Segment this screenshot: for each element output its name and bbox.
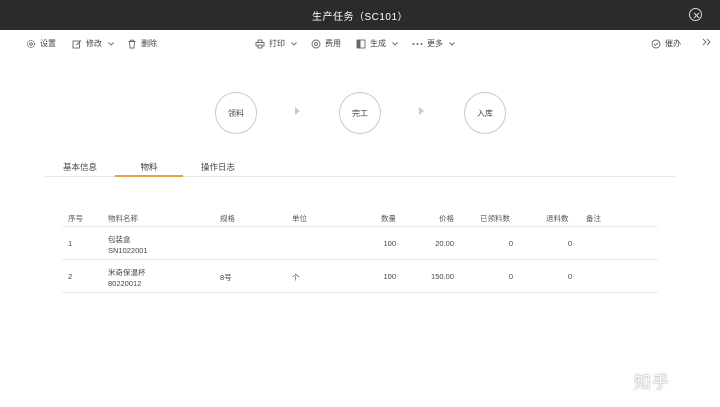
toolbar: 设置 修改 删除 打印 费用 生成 更多 催办 [0,30,720,56]
table-header: 序号 物料名称 规格 单位 数量 价格 已领料数 退料数 备注 [62,208,658,227]
edit-button[interactable]: 修改 [72,38,114,49]
chevron-down-icon [449,41,455,46]
table-row[interactable]: 2 米奇保温杯 80220012 8号 个 100 150.00 0 0 [62,260,658,293]
col-spec: 规格 [220,214,235,223]
window-title: 生产任务（SC101） [311,12,409,23]
cell-returned: 0 [567,272,572,281]
coin-icon [311,39,321,48]
cell-seq: 1 [68,239,73,248]
expand-button[interactable] [702,38,711,46]
more-icon [412,42,423,45]
generate-label: 生成 [370,39,386,48]
tab-basic-info[interactable]: 基本信息 [45,161,115,177]
cell-spec: 8号 [220,273,232,282]
close-icon [693,12,700,19]
step-arrow-icon [295,107,300,115]
step-warehousing[interactable]: 入库 [464,92,506,134]
cell-price: 20.00 [435,239,454,248]
col-price: 价格 [439,214,454,223]
trash-icon [128,39,136,48]
settings-button[interactable]: 设置 [26,38,56,49]
cell-qty: 100 [383,239,396,248]
delete-button[interactable]: 删除 [127,38,157,49]
cell-name: 包装盒 SN1022001 [108,234,148,256]
material-name: 包装盒 [108,235,131,244]
col-remark: 备注 [586,214,601,223]
tab-materials[interactable]: 物料 [115,161,183,177]
generate-button[interactable]: 生成 [356,38,398,49]
document-icon [356,39,366,48]
col-picked: 已领料数 [480,214,510,223]
step-completion[interactable]: 完工 [339,92,381,134]
col-unit: 单位 [292,214,307,223]
gear-icon [26,39,36,48]
urge-label: 催办 [665,39,681,48]
settings-label: 设置 [40,39,56,48]
close-button[interactable] [689,8,702,21]
col-name: 物料名称 [108,214,138,223]
chevron-down-icon [392,41,398,46]
material-code: 80220012 [108,279,142,288]
cell-returned: 0 [567,239,572,248]
chevron-down-icon [291,41,297,46]
materials-table: 序号 物料名称 规格 单位 数量 价格 已领料数 退料数 备注 1 包装盒 SN… [62,208,658,293]
col-seq: 序号 [68,214,83,223]
cell-seq: 2 [68,272,73,281]
table-row[interactable]: 1 包装盒 SN1022001 100 20.00 0 0 [62,227,658,260]
print-button[interactable]: 打印 [255,38,297,49]
more-button[interactable]: 更多 [412,38,455,49]
cell-picked: 0 [508,239,513,248]
edit-icon [72,39,82,48]
title-bar: 生产任务（SC101） [0,0,720,30]
edit-label: 修改 [86,39,102,48]
cell-price: 150.00 [431,272,454,281]
col-returned: 退料数 [546,214,569,223]
cell-qty: 100 [383,272,396,281]
zhihu-watermark: 知乎 [634,373,670,393]
expense-label: 费用 [325,39,341,48]
expense-button[interactable]: 费用 [311,38,341,49]
material-name: 米奇保温杯 [108,268,146,277]
step-arrow-icon [419,107,424,115]
printer-icon [255,39,265,48]
col-qty: 数量 [381,214,396,223]
more-label: 更多 [427,39,443,48]
cell-name: 米奇保温杯 80220012 [108,267,146,289]
material-code: SN1022001 [108,246,148,255]
step-picking[interactable]: 领料 [215,92,257,134]
cell-picked: 0 [508,272,513,281]
tab-bar: 基本信息 物料 操作日志 [45,158,675,177]
chevron-down-icon [108,41,114,46]
urge-button[interactable]: 催办 [651,38,681,49]
cell-unit: 个 [292,273,300,282]
double-chevron-right-icon [702,38,711,46]
check-circle-icon [651,39,661,48]
tab-operation-log[interactable]: 操作日志 [183,161,253,177]
delete-label: 删除 [141,39,157,48]
print-label: 打印 [269,39,285,48]
